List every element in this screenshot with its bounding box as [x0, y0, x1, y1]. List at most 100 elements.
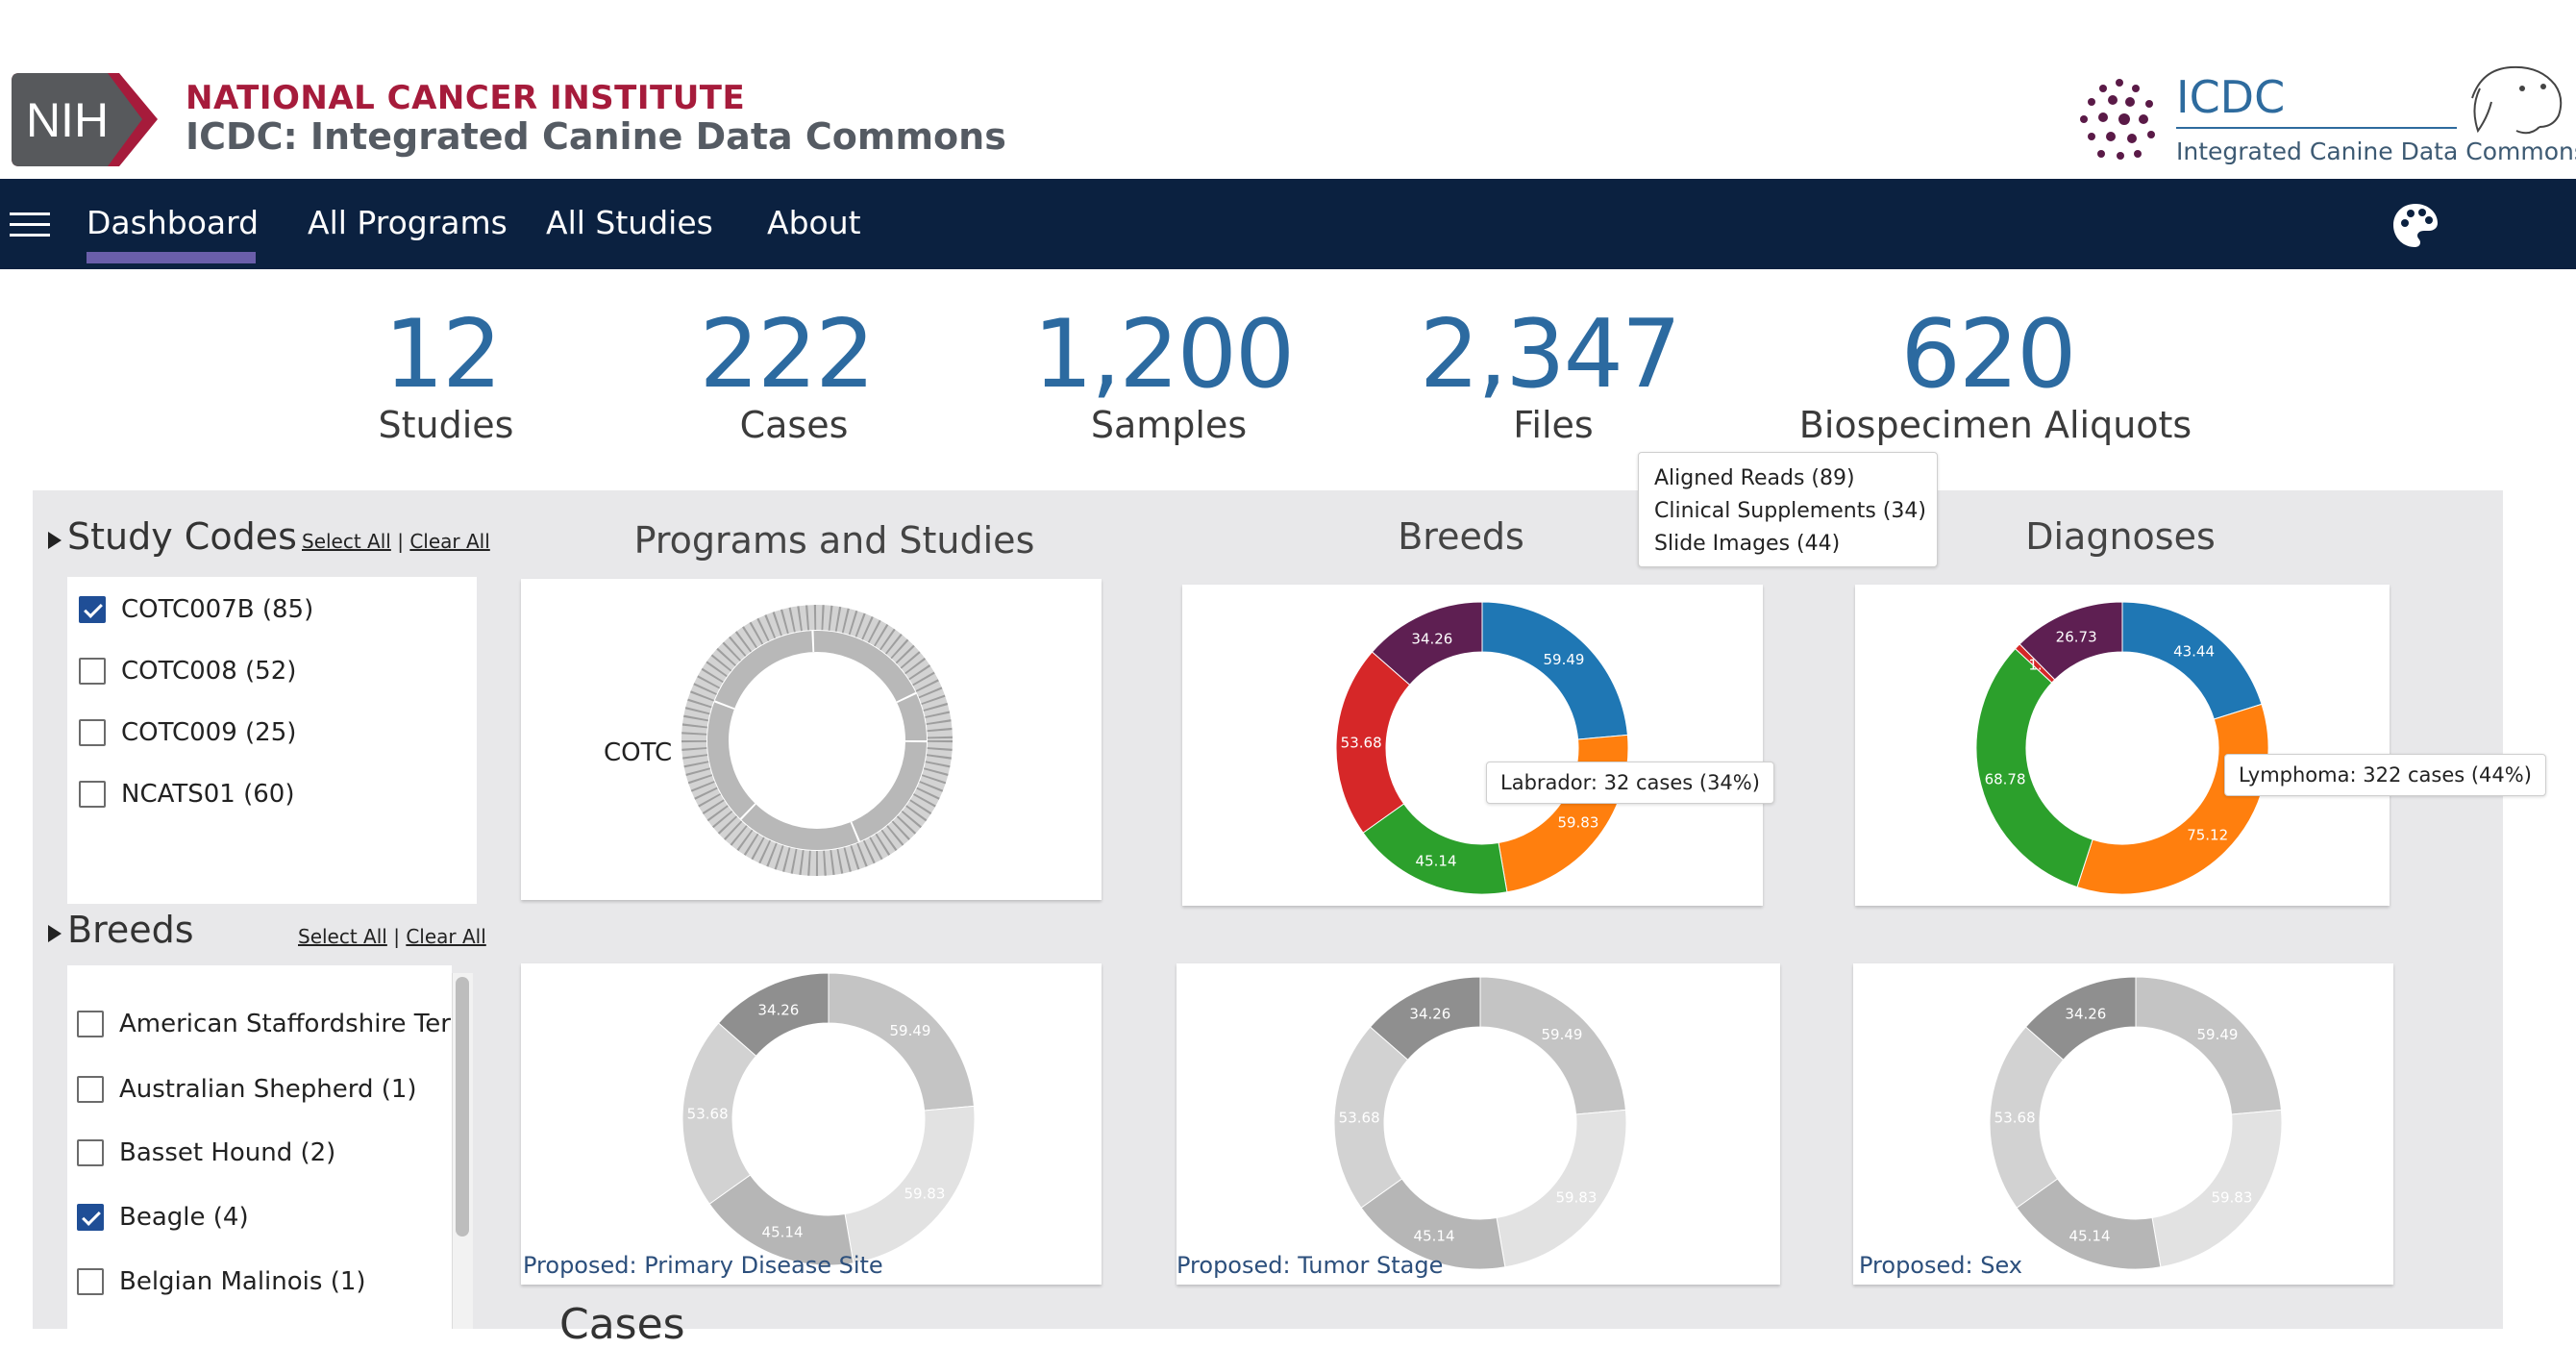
breed-item[interactable]: Australian Shepherd (1) [77, 1070, 417, 1109]
programs-chart-title: Programs and Studies [633, 519, 1035, 562]
breeds-chart-title: Breeds [1398, 515, 1524, 558]
tumor-stage-donut[interactable]: 59.49 59.83 45.14 53.68 34.26 [1326, 969, 1634, 1277]
checkbox[interactable] [79, 719, 106, 746]
programs-sunburst[interactable] [681, 605, 953, 876]
nci-title: NATIONAL CANCER INSTITUTE [186, 79, 746, 117]
breeds-expand-icon[interactable] [48, 925, 62, 942]
checkbox[interactable] [79, 596, 106, 623]
study-codes-title[interactable]: Study Codes [67, 515, 297, 558]
stat-aliquots-value: 620 [1900, 300, 2076, 410]
stat-samples-label: Samples [1090, 404, 1248, 446]
site-header: NIH NATIONAL CANCER INSTITUTE ICDC: Inte… [0, 0, 2576, 179]
nav-all-studies[interactable]: All Studies [546, 204, 713, 241]
nih-logo[interactable]: NIH [12, 73, 158, 166]
donut-slice-label: 53.68 [1994, 1110, 2036, 1127]
donut-slice[interactable] [2121, 601, 2263, 720]
tumor-stage-caption: Proposed: Tumor Stage [1177, 1252, 1444, 1279]
primary-disease-site-caption: Proposed: Primary Disease Site [523, 1252, 883, 1279]
icdc-dots-icon [2080, 79, 2155, 160]
sex-caption: Proposed: Sex [1859, 1252, 2022, 1279]
labrador-tooltip: Labrador: 32 cases (34%) [1486, 762, 1774, 804]
donut-slice-label: 34.26 [1409, 1005, 1450, 1022]
checkbox[interactable] [77, 1268, 104, 1295]
donut-slice-label: 45.14 [762, 1224, 804, 1241]
donut-slice[interactable] [2076, 703, 2269, 895]
donut-slice-label: 75.12 [2187, 827, 2228, 844]
nav-active-indicator [87, 252, 256, 263]
donut-slice-label: 43.44 [2173, 642, 2215, 660]
stat-aliquots-label: Biospecimen Aliquots [1798, 404, 2192, 446]
nav-all-programs[interactable]: All Programs [308, 204, 508, 241]
donut-slice-label: 34.26 [1411, 630, 1452, 647]
breeds-list: American Staffordshire Teri Australian S… [67, 965, 452, 1329]
files-tooltip-item: Slide Images (44) [1654, 532, 1841, 556]
stat-cases-value: 222 [699, 300, 875, 410]
checkbox[interactable] [79, 658, 106, 685]
donut-slice-label: 59.83 [1555, 1189, 1597, 1207]
breed-item[interactable]: Belgian Malinois (1) [77, 1262, 366, 1301]
stat-files-label: Files [1513, 404, 1594, 446]
primary-disease-site-donut[interactable]: 59.49 59.83 45.14 53.68 34.26 [675, 965, 982, 1273]
study-codes-expand-icon[interactable] [48, 532, 62, 549]
lymphoma-tooltip: Lymphoma: 322 cases (44%) [2224, 754, 2546, 796]
breed-item[interactable]: American Staffordshire Teri [77, 1005, 452, 1043]
donut-slice-label: 53.68 [1341, 735, 1382, 752]
breeds-facet-title[interactable]: Breeds [67, 909, 194, 951]
nav-about[interactable]: About [767, 204, 861, 241]
stat-studies-label: Studies [378, 404, 514, 446]
icdc-title: ICDC: Integrated Canine Data Commons [186, 115, 1006, 158]
files-tooltip-item: Aligned Reads (89) [1654, 466, 1855, 490]
nih-logo-text: NIH [26, 93, 109, 147]
study-codes-separator: | [397, 530, 404, 553]
cases-section-heading: Cases [559, 1300, 685, 1349]
dog-sketch-icon [2471, 65, 2563, 135]
study-codes-links: Select All | Clear All [302, 530, 490, 553]
diagnoses-donut-chart[interactable]: 43.4475.1268.781.26.73 [1969, 594, 2276, 902]
breeds-donut-chart[interactable]: 59.49 59.83 45.14 53.68 34.26 [1328, 594, 1636, 902]
donut-slice-label: 59.83 [904, 1186, 945, 1203]
breeds-clear-all[interactable]: Clear All [406, 925, 485, 948]
donut-slice-label: 53.68 [1339, 1110, 1380, 1127]
donut-slice-label: 45.14 [2069, 1228, 2111, 1245]
study-codes-clear-all[interactable]: Clear All [409, 530, 489, 553]
breeds-scroll-thumb[interactable] [456, 977, 469, 1237]
stat-cases-label: Cases [739, 404, 849, 446]
donut-slice-label: 59.49 [1544, 651, 1585, 668]
donut-slice-label: 59.49 [1542, 1026, 1583, 1043]
breed-item[interactable]: Basset Hound (2) [77, 1134, 335, 1172]
donut-slice[interactable] [2135, 976, 2282, 1115]
donut-slice[interactable] [1975, 647, 2093, 888]
study-code-item[interactable]: COTC008 (52) [79, 652, 296, 690]
donut-slice[interactable] [828, 972, 975, 1112]
study-code-item[interactable]: COTC007B (85) [79, 590, 313, 629]
programs-inner-ring[interactable] [707, 631, 927, 850]
donut-slice-label: 34.26 [757, 1001, 799, 1018]
checkbox[interactable] [77, 1139, 104, 1166]
diagnoses-chart-title: Diagnoses [2025, 515, 2216, 558]
donut-slice-label: 59.83 [2211, 1189, 2252, 1207]
donut-slice[interactable] [1479, 976, 1626, 1115]
stat-studies-value: 12 [384, 300, 503, 410]
donut-slice-label: 59.49 [890, 1022, 931, 1039]
study-codes-list: COTC007B (85) COTC008 (52) COTC009 (25) … [67, 577, 477, 904]
study-codes-select-all[interactable]: Select All [302, 530, 391, 553]
nav-dashboard[interactable]: Dashboard [87, 204, 259, 241]
checkbox[interactable] [77, 1011, 104, 1037]
checkbox[interactable] [77, 1204, 104, 1231]
study-code-item[interactable]: NCATS01 (60) [79, 775, 294, 813]
breed-item[interactable]: Beagle (4) [77, 1198, 249, 1237]
donut-slice[interactable] [1481, 601, 1628, 740]
sex-donut[interactable]: 59.49 59.83 45.14 53.68 34.26 [1982, 969, 2290, 1277]
study-code-item[interactable]: COTC009 (25) [79, 713, 296, 752]
files-tooltip-item: Clinical Supplements (34) [1654, 499, 1926, 523]
donut-slice-label: 59.49 [2197, 1026, 2239, 1043]
donut-slice-label: 34.26 [2065, 1005, 2106, 1022]
checkbox[interactable] [77, 1076, 104, 1103]
programs-outer-ring[interactable] [681, 605, 953, 876]
palette-icon[interactable] [2391, 202, 2440, 250]
stat-files-value[interactable]: 2,347 [1420, 300, 1682, 410]
hamburger-menu-icon[interactable] [10, 212, 50, 239]
breeds-select-all[interactable]: Select All [298, 925, 387, 948]
icdc-logo-rule [2176, 127, 2457, 129]
checkbox[interactable] [79, 781, 106, 808]
